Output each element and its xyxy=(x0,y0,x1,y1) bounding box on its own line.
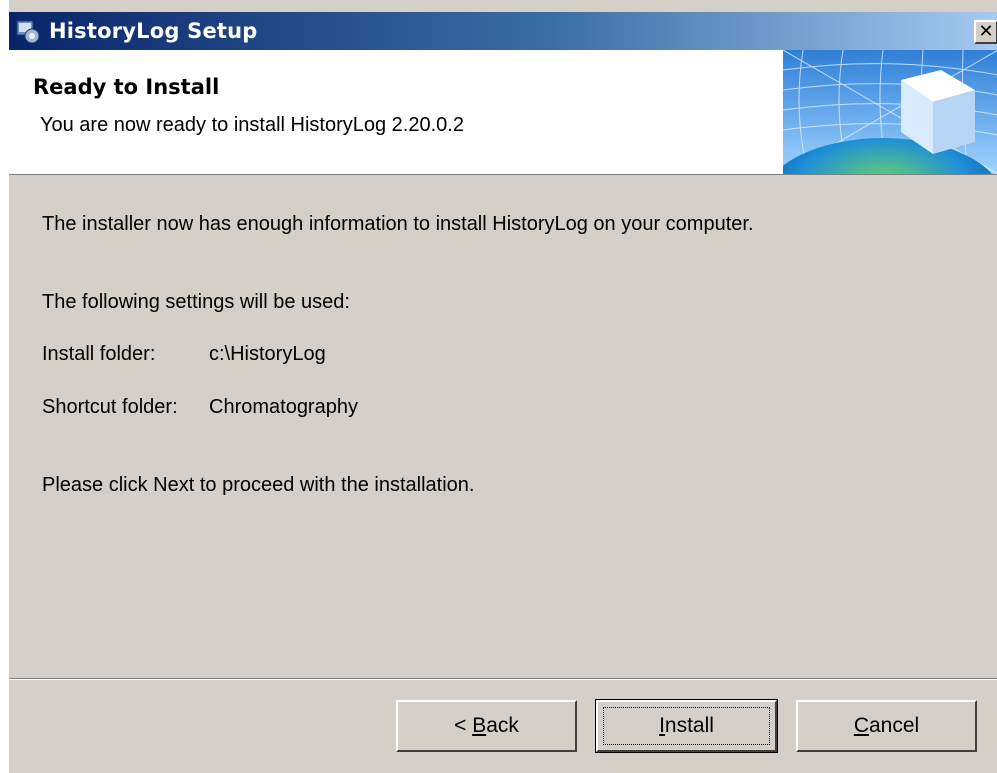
install-button[interactable]: Install xyxy=(595,699,778,753)
shortcut-folder-label: Shortcut folder: xyxy=(42,396,178,418)
setup-dialog: HistoryLog Setup ✕ Ready to Install You … xyxy=(8,0,997,773)
settings-heading: The following settings will be used: xyxy=(42,291,350,313)
close-button[interactable]: ✕ xyxy=(974,20,997,44)
page-title: Ready to Install xyxy=(33,75,220,99)
back-button-label: < Back xyxy=(454,714,519,737)
intro-text: The installer now has enough information… xyxy=(42,213,754,235)
globe-cube-banner-art xyxy=(783,50,997,174)
focus-rectangle xyxy=(603,707,770,745)
page-subtitle: You are now ready to install HistoryLog … xyxy=(40,114,464,136)
instruction-text: Please click Next to proceed with the in… xyxy=(42,474,475,496)
button-separator xyxy=(9,678,997,680)
shortcut-folder-value: Chromatography xyxy=(209,396,358,418)
window-title: HistoryLog Setup xyxy=(49,19,258,43)
header-banner: Ready to Install You are now ready to in… xyxy=(9,50,997,175)
cancel-button-label: Cancel xyxy=(853,714,920,737)
cancel-button[interactable]: Cancel xyxy=(796,700,977,752)
back-button[interactable]: < Back xyxy=(396,700,577,752)
install-folder-value: c:\HistoryLog xyxy=(209,343,326,365)
title-bar[interactable]: HistoryLog Setup ✕ xyxy=(9,12,997,50)
close-icon: ✕ xyxy=(978,21,994,42)
install-folder-label: Install folder: xyxy=(42,343,156,365)
setup-app-icon xyxy=(16,20,40,44)
